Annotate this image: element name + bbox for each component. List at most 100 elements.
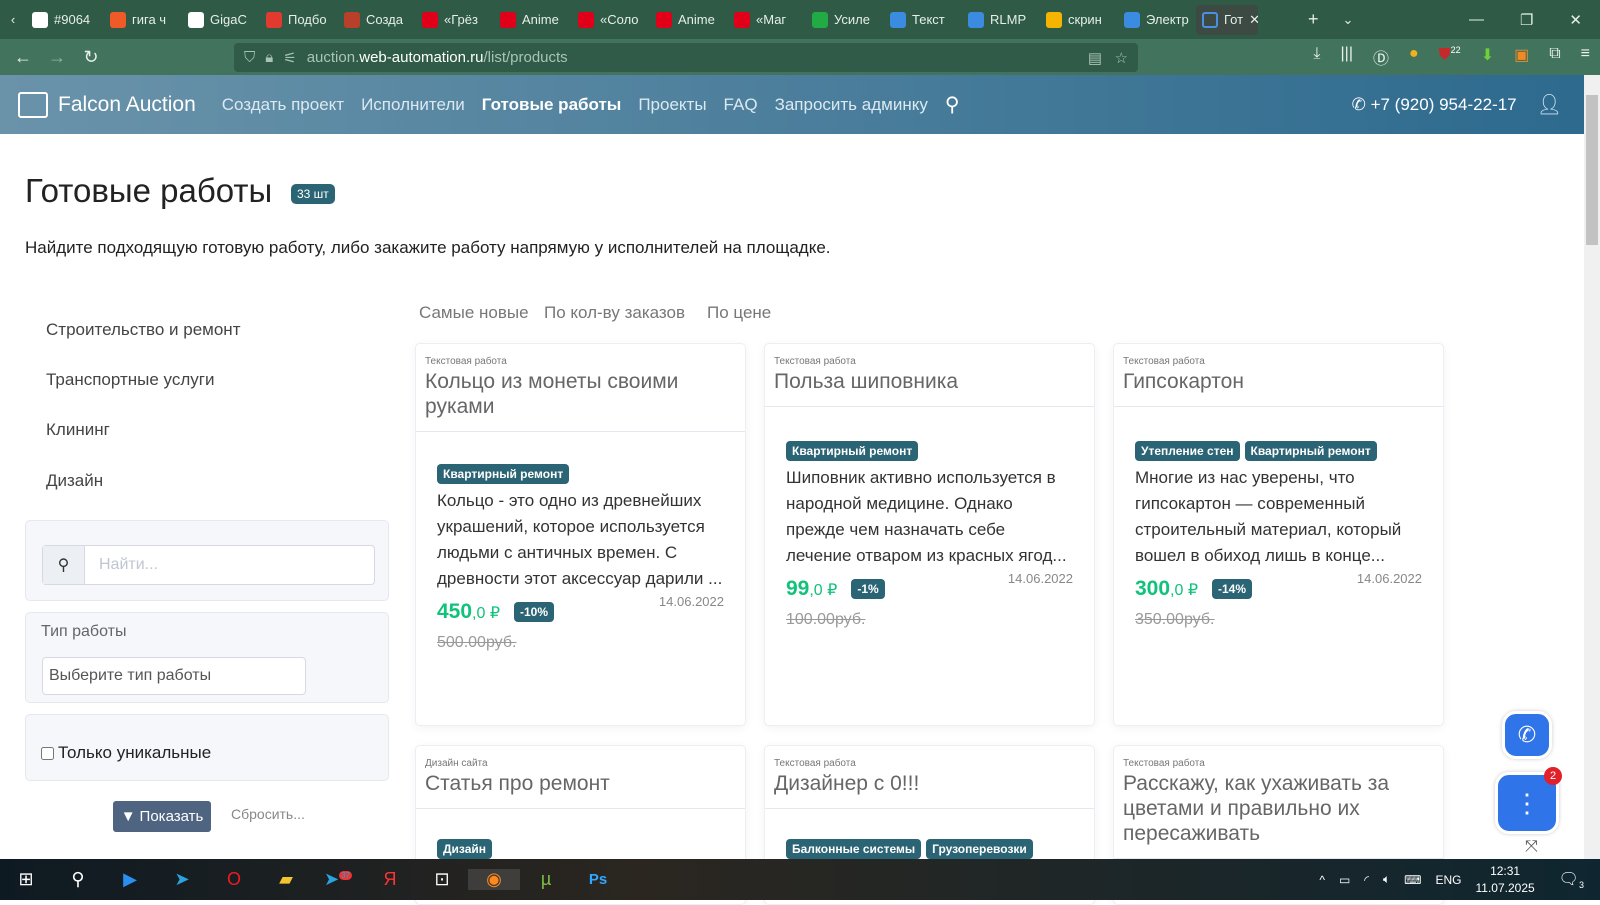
clock[interactable]: 12:31 11.07.2025 (1476, 863, 1535, 897)
nav-link[interactable]: Готовые работы (482, 95, 622, 114)
category-tag[interactable]: Балконные системы (786, 839, 922, 859)
browser-tab[interactable]: «Соло (572, 5, 650, 35)
notifications-icon[interactable]: 🗨︎3 (1559, 869, 1584, 890)
sort-price[interactable]: По цене (707, 303, 771, 323)
category-link[interactable]: Дизайн (46, 471, 103, 491)
unique-checkbox-label[interactable]: Только уникальные (41, 743, 211, 763)
show-button[interactable]: ▼ Показать (113, 801, 211, 832)
browser-tab[interactable]: Подбо (260, 5, 338, 35)
browser-tab[interactable]: Электр (1118, 5, 1196, 35)
browser-tab[interactable]: «Грёз (416, 5, 494, 35)
media-player-icon[interactable]: ▶ (104, 869, 156, 890)
browser-tab[interactable]: RLMP (962, 5, 1040, 35)
telegram-icon[interactable]: ➤ 37 (312, 869, 364, 890)
search-icon[interactable]: ⚲ (945, 92, 960, 117)
maximize-button[interactable]: ❐ (1520, 11, 1533, 29)
card-title[interactable]: Гипсокартон (1123, 369, 1434, 394)
category-tag[interactable]: Квартирный ремонт (786, 441, 919, 461)
tab-active[interactable]: Гот ✕ (1196, 4, 1258, 35)
utorrent-icon[interactable]: µ (520, 869, 572, 890)
language-indicator[interactable]: ENG (1435, 873, 1461, 887)
telegram-icon[interactable]: ➤ (156, 869, 208, 890)
address-bar[interactable]: ⛉ 🔒︎ ⚟ auction.web-automation.ru/list/prod… (234, 43, 1138, 72)
card-title[interactable]: Польза шиповника (774, 369, 1085, 394)
reader-icon[interactable]: ▤ (1088, 49, 1102, 67)
browser-tab[interactable]: гига ч (104, 5, 182, 35)
browser-tab[interactable]: скрин (1040, 5, 1118, 35)
extensions-icon[interactable]: ⧉ (1549, 45, 1560, 69)
close-window-button[interactable]: ✕ (1569, 11, 1582, 29)
category-link[interactable]: Клининг (46, 420, 110, 440)
bookmark-star-icon[interactable]: ☆ (1115, 49, 1128, 67)
photoshop-icon[interactable]: Ps (572, 871, 624, 888)
browser-tab[interactable]: Текст (884, 5, 962, 35)
back-button[interactable]: ← (6, 47, 40, 68)
category-tag[interactable]: Грузоперевозки (926, 839, 1033, 859)
card-title[interactable]: Дизайнер с 0!!! (774, 771, 1085, 796)
category-tag[interactable]: Дизайн (437, 839, 493, 859)
product-card[interactable]: Текстовая работа Кольцо из монеты своими … (415, 343, 746, 726)
tray-chevron-icon[interactable]: ^ (1319, 873, 1325, 887)
card-title[interactable]: Кольцо из монеты своими руками (425, 369, 736, 419)
minimize-button[interactable]: — (1469, 11, 1484, 29)
user-icon[interactable]: 👤︎ (1537, 92, 1562, 117)
product-card[interactable]: Текстовая работа Гипсокартон Утепление сте… (1113, 343, 1444, 726)
unique-checkbox[interactable] (41, 746, 54, 760)
start-windows-icon[interactable]: ⊞ (0, 869, 52, 890)
sort-newest[interactable]: Самые новые (419, 303, 529, 323)
library-icon[interactable]: ||| (1341, 45, 1353, 69)
opera-icon[interactable]: O (208, 869, 260, 890)
chat-button[interactable]: ⋮ 2 (1495, 767, 1562, 834)
category-link[interactable]: Строительство и ремонт (46, 320, 240, 340)
firefox-icon[interactable]: ◉ (468, 869, 520, 890)
scrollbar-thumb[interactable] (1586, 95, 1598, 245)
reload-button[interactable]: ↻ (74, 47, 108, 68)
yandex-icon[interactable]: Я (364, 869, 416, 890)
new-tab-button[interactable]: + (1308, 9, 1319, 30)
brand-logo[interactable]: Falcon Auction (18, 91, 196, 118)
card-title[interactable]: Расскажу, как ухаживать за цветами и пра… (1123, 771, 1434, 846)
browser-tab[interactable]: Усиле (806, 5, 884, 35)
page-scrollbar[interactable] (1584, 75, 1600, 859)
menu-icon[interactable]: ≡ (1581, 45, 1590, 69)
browser-tab[interactable]: Anime (494, 5, 572, 35)
wifi-icon[interactable]: ◜ (1364, 873, 1369, 887)
expand-icon[interactable]: ⤧ (1525, 838, 1538, 856)
browser-tab[interactable]: Anime (650, 5, 728, 35)
nav-link[interactable]: Исполнители (361, 95, 465, 114)
download-arrow-icon[interactable]: ⬇ (1481, 45, 1494, 69)
sort-orders[interactable]: По кол-ву заказов (544, 303, 685, 323)
category-tag[interactable]: Квартирный ремонт (1244, 441, 1377, 461)
search-icon[interactable]: ⚲ (52, 869, 104, 890)
extension-d-icon[interactable]: Ⓓ (1373, 45, 1389, 69)
browser-tab[interactable]: «Маг (728, 5, 806, 35)
keyboard-icon[interactable]: ⌨ (1404, 873, 1421, 887)
battery-icon[interactable]: ▭ (1339, 873, 1350, 887)
volume-icon[interactable]: 🔈︎ (1383, 872, 1390, 887)
phone-link[interactable]: ✆ +7 (920) 954-22-17 (1352, 95, 1517, 115)
viber-call-button[interactable]: ✆ (1502, 711, 1552, 759)
category-tag[interactable]: Квартирный ремонт (437, 464, 570, 484)
tab-list-chevron-icon[interactable]: ⌄ (1343, 12, 1354, 28)
card-title[interactable]: Статья про ремонт (425, 771, 736, 796)
browser-tab[interactable]: Созда (338, 5, 416, 35)
product-card[interactable]: Текстовая работа Польза шиповника Квартирн… (764, 343, 1095, 726)
nav-link[interactable]: Запросить админку (775, 95, 928, 114)
search-input[interactable]: ⚲ Найти... (42, 545, 375, 585)
browser-tab[interactable]: GigaC (182, 5, 260, 35)
category-tag[interactable]: Утепление стен (1135, 441, 1240, 461)
nav-link[interactable]: Проекты (638, 95, 706, 114)
file-explorer-icon[interactable]: ▰ (260, 869, 312, 890)
nav-link[interactable]: FAQ (724, 95, 758, 114)
reset-link[interactable]: Сбросить... (231, 806, 305, 822)
forward-button[interactable]: → (40, 47, 74, 68)
screenshot-app-icon[interactable]: ⊡ (416, 869, 468, 890)
nav-link[interactable]: Создать проект (222, 95, 344, 114)
tab-scroll-left[interactable]: ‹ (0, 12, 26, 27)
ok-extension-icon[interactable]: ▣ (1514, 45, 1529, 69)
close-tab-icon[interactable]: ✕ (1249, 12, 1258, 28)
work-type-select[interactable]: Выберите тип работы (42, 657, 306, 695)
ublock-icon[interactable]: ⛊22 (1439, 45, 1461, 69)
category-link[interactable]: Транспортные услуги (46, 370, 214, 390)
extension-color-icon[interactable]: ● (1409, 45, 1419, 69)
